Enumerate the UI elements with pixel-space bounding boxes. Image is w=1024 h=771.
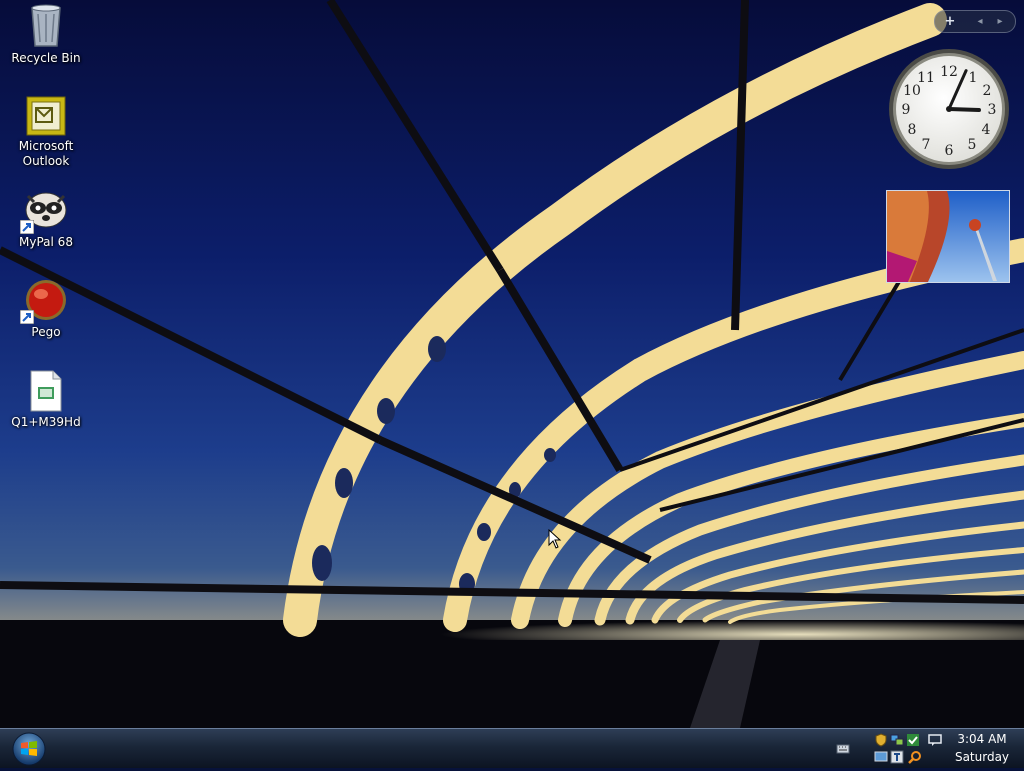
shortcut-arrow-icon xyxy=(20,310,34,324)
svg-text:3: 3 xyxy=(988,102,997,118)
shield-icon[interactable] xyxy=(874,733,888,747)
network-icon[interactable] xyxy=(890,733,904,747)
pego-icon xyxy=(20,278,68,324)
svg-text:7: 7 xyxy=(922,137,931,153)
desktop-icon-label: Pego xyxy=(31,325,61,339)
sidebar-controls: + ◂ ▸ xyxy=(934,10,1016,33)
desktop-icon-recycle-bin[interactable]: Recycle Bin xyxy=(4,2,88,66)
svg-text:2: 2 xyxy=(983,83,992,99)
mouse-cursor xyxy=(548,529,562,549)
sidebar-next-button[interactable]: ▸ xyxy=(991,11,1009,32)
slideshow-gadget[interactable] xyxy=(886,190,1010,283)
svg-text:8: 8 xyxy=(908,122,917,138)
taskbar: 3:04 AM Saturday xyxy=(0,728,1024,768)
desktop-icon-label: Q1+M39Hd xyxy=(11,415,81,429)
start-button[interactable] xyxy=(10,731,48,767)
taskbar-clock-day[interactable]: Saturday xyxy=(947,749,1017,765)
shortcut-arrow-icon xyxy=(20,220,34,234)
add-gadget-button[interactable]: + xyxy=(939,11,961,32)
desktop-icon-mypal[interactable]: MyPal 68 xyxy=(4,188,88,250)
windows-logo-icon xyxy=(12,732,46,766)
desktop-icon-document[interactable]: Q1+M39Hd xyxy=(4,370,88,430)
svg-text:1: 1 xyxy=(969,70,978,86)
search-icon[interactable] xyxy=(908,750,922,764)
desktop-icon-label: MyPal 68 xyxy=(19,235,73,249)
action-center-icon[interactable] xyxy=(928,733,942,747)
text-services-icon[interactable] xyxy=(890,750,904,764)
sidebar-prev-button[interactable]: ◂ xyxy=(971,11,989,32)
svg-text:5: 5 xyxy=(968,137,977,153)
desktop-icon-label: Microsoft Outlook xyxy=(18,139,74,168)
document-icon xyxy=(29,370,63,412)
desktop-wallpaper xyxy=(0,0,1024,728)
clock-gadget[interactable]: 12 1 2 3 4 5 6 7 8 9 10 11 xyxy=(888,48,1010,170)
mypal-icon xyxy=(20,188,68,234)
recycle-bin-icon xyxy=(28,2,64,48)
keyboard-icon[interactable] xyxy=(836,742,850,756)
svg-text:11: 11 xyxy=(917,70,935,86)
svg-text:9: 9 xyxy=(902,102,911,118)
slideshow-photo xyxy=(887,191,1009,282)
desktop-icon-pego[interactable]: Pego xyxy=(4,278,88,340)
svg-text:12: 12 xyxy=(940,64,958,80)
svg-text:6: 6 xyxy=(945,143,954,159)
desktop-icon-outlook[interactable]: Microsoft Outlook xyxy=(4,96,88,169)
security-check-icon[interactable] xyxy=(906,733,920,747)
desktop-icon-label: Recycle Bin xyxy=(11,51,81,65)
taskbar-clock-time[interactable]: 3:04 AM xyxy=(947,731,1017,747)
clock-hour-hand xyxy=(947,107,981,113)
outlook-icon xyxy=(26,96,66,136)
display-icon[interactable] xyxy=(874,750,888,764)
svg-text:4: 4 xyxy=(982,122,991,138)
